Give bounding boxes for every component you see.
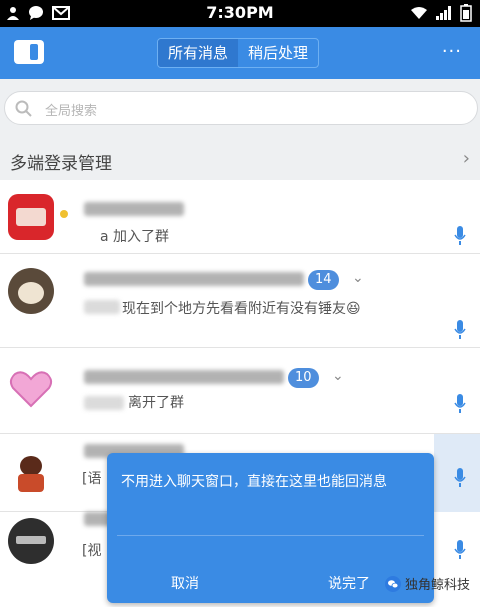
contacts-icon[interactable]	[14, 40, 44, 64]
section-title: 多端登录管理	[10, 154, 112, 174]
last-message: 现在到个地方先看看附近有没有锤友😆	[122, 301, 361, 317]
status-time: 7:30PM	[206, 3, 274, 22]
chevron-down-icon[interactable]: ⌄	[352, 270, 364, 286]
contact-name	[84, 370, 284, 384]
chevron-right-icon: ›	[462, 148, 470, 169]
microphone-icon[interactable]	[454, 226, 466, 246]
search-placeholder: 全局搜索	[45, 104, 98, 119]
avatar	[8, 450, 54, 496]
contact-name	[84, 202, 184, 216]
cancel-button[interactable]: 取消	[171, 573, 199, 593]
last-message: [语	[82, 471, 102, 487]
conversation-row[interactable]: 10 ⌄ 离开了群	[0, 348, 480, 434]
unread-badge: 14	[308, 270, 339, 290]
status-bar: 7:30PM	[0, 0, 480, 27]
heart-icon	[9, 371, 53, 408]
title-bar: 所有消息 稍后处理 ···	[0, 27, 480, 79]
last-message: a 加入了群	[100, 229, 170, 245]
microphone-icon[interactable]	[454, 394, 466, 414]
wifi-icon	[411, 7, 427, 19]
avatar	[8, 518, 54, 564]
signal-icon	[436, 6, 451, 20]
multi-device-login-row[interactable]: 多端登录管理 ›	[0, 140, 480, 180]
sender-name	[84, 396, 124, 410]
message-tabs: 所有消息 稍后处理	[157, 38, 320, 68]
contact-name	[84, 272, 304, 286]
watermark: 独角鲸科技	[384, 574, 470, 593]
done-speaking-button[interactable]: 说完了	[328, 573, 370, 593]
sender-name	[84, 300, 120, 314]
more-button[interactable]: ···	[442, 41, 462, 62]
microphone-icon[interactable]	[454, 540, 466, 560]
conversation-row[interactable]: a 加入了群	[0, 180, 480, 254]
avatar	[8, 366, 54, 412]
search-input[interactable]: 全局搜索	[4, 91, 478, 125]
chevron-down-icon[interactable]: ⌄	[332, 368, 344, 384]
popup-divider	[117, 535, 424, 536]
unread-badge: 10	[288, 368, 319, 388]
microphone-icon[interactable]	[454, 320, 466, 340]
last-message: [视	[82, 543, 102, 559]
battery-icon	[460, 4, 472, 22]
search-icon	[15, 100, 32, 117]
tab-all-messages[interactable]: 所有消息	[158, 39, 239, 67]
microphone-icon[interactable]	[454, 468, 466, 488]
watermark-text: 独角鲸科技	[404, 578, 470, 593]
avatar	[8, 194, 54, 240]
conversation-row[interactable]: 14 ⌄ 现在到个地方先看看附近有没有锤友😆	[0, 254, 480, 348]
avatar	[8, 268, 54, 314]
wechat-icon	[384, 575, 401, 592]
last-message: 离开了群	[128, 395, 184, 411]
tab-handle-later[interactable]: 稍后处理	[238, 39, 318, 67]
popup-hint-text: 不用进入聊天窗口，直接在这里也能回消息	[121, 474, 387, 490]
